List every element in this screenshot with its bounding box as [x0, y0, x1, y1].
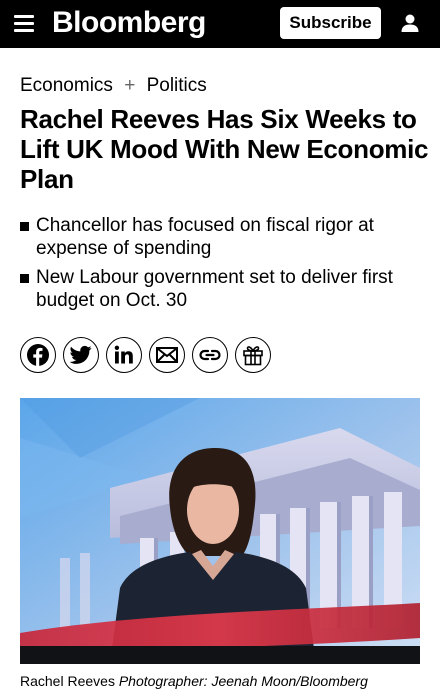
copy-link-button[interactable] [192, 337, 228, 373]
linkedin-icon [114, 345, 133, 364]
twitter-icon [70, 345, 92, 364]
photo-caption: Rachel Reeves Photographer: Jeenah Moon/… [20, 672, 368, 690]
article-photo-image [20, 398, 420, 664]
share-toolbar [20, 337, 271, 373]
breadcrumb-separator: + [124, 75, 136, 96]
menu-icon[interactable] [14, 15, 34, 33]
article-headline: Rachel Reeves Has Six Weeks to Lift UK M… [20, 104, 429, 194]
article-photo[interactable] [20, 398, 420, 664]
twitter-share-button[interactable] [63, 337, 99, 373]
facebook-share-button[interactable] [20, 337, 56, 373]
photo-credit: Photographer: Jeenah Moon/Bloomberg [118, 673, 368, 689]
top-navigation-bar: Bloomberg Subscribe [0, 0, 440, 48]
breadcrumb-subsection-link[interactable]: Politics [147, 75, 207, 96]
email-icon [156, 347, 178, 363]
linkedin-share-button[interactable] [106, 337, 142, 373]
user-icon[interactable] [400, 13, 420, 33]
gift-article-button[interactable] [235, 337, 271, 373]
facebook-icon [27, 344, 49, 366]
breadcrumb-section-link[interactable]: Economics [20, 75, 113, 96]
subscribe-button[interactable]: Subscribe [280, 7, 381, 39]
caption-subject: Rachel Reeves [20, 673, 115, 689]
bloomberg-logo[interactable]: Bloomberg [52, 5, 206, 41]
email-share-button[interactable] [149, 337, 185, 373]
link-icon [199, 349, 221, 361]
breadcrumb: Economics + Politics [20, 74, 207, 98]
summary-bullet: New Labour government set to deliver fir… [20, 266, 420, 312]
gift-icon [243, 346, 263, 366]
article-summary: Chancellor has focused on fiscal rigor a… [20, 214, 420, 318]
summary-bullet: Chancellor has focused on fiscal rigor a… [20, 214, 420, 260]
